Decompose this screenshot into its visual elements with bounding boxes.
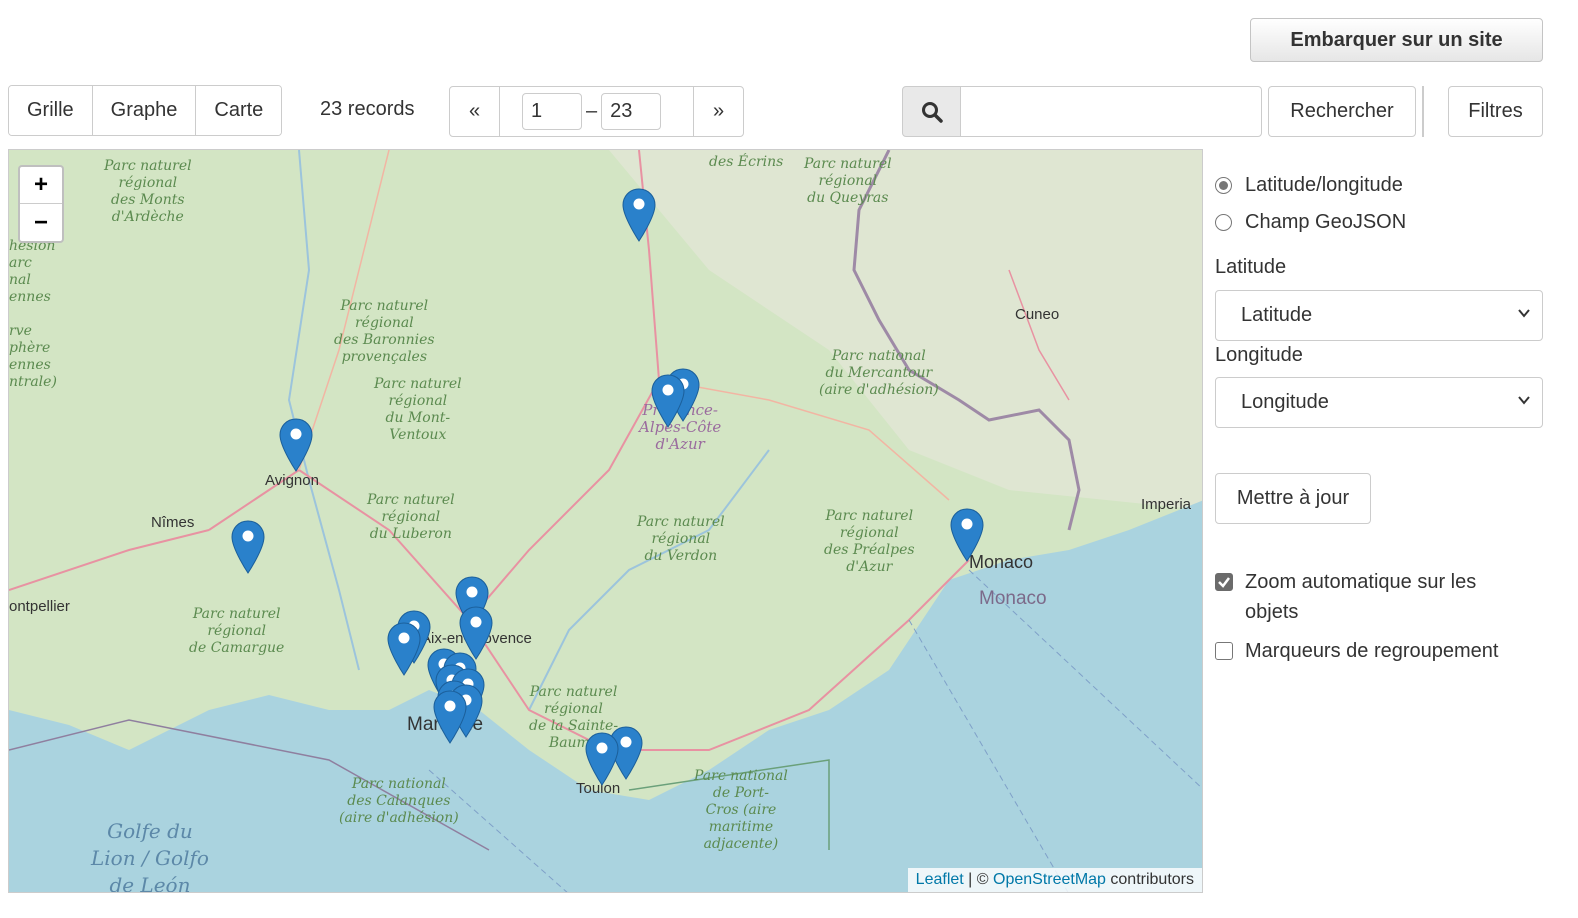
pager-from-input[interactable] [522, 93, 582, 130]
chevron-down-icon [1518, 396, 1530, 405]
label-queyras: Parc naturel régional du Queyras [804, 156, 892, 206]
label-prealpes: Parc naturel régional des Préalpes d'Azur [824, 508, 915, 575]
leaflet-link[interactable]: Leaflet [916, 871, 964, 888]
map-marker[interactable] [387, 622, 421, 676]
attribution-separator: | © [963, 871, 993, 888]
radio-latlng-label: Latitude/longitude [1245, 174, 1403, 196]
view-switcher: Grille Graphe Carte [8, 85, 283, 136]
label-verdon: Parc naturel régional du Verdon [637, 514, 725, 564]
map-marker[interactable] [950, 508, 984, 562]
label-ecrins: des Écrins [709, 154, 784, 170]
cluster-label: Marqueurs de regroupement [1245, 640, 1499, 662]
view-map-button[interactable]: Carte [196, 86, 282, 135]
longitude-label: Longitude [1215, 344, 1303, 366]
label-ardeche: Parc naturel régional des Monts d'Ardèche [104, 158, 192, 225]
pager-next-button[interactable]: » [693, 87, 743, 136]
city-imperia: Imperia [1141, 496, 1192, 513]
view-graph-button[interactable]: Graphe [92, 86, 197, 135]
search-icon [921, 101, 943, 123]
chevron-down-icon [1518, 309, 1530, 318]
update-button[interactable]: Mettre à jour [1215, 473, 1371, 524]
label-luberon: Parc naturel régional du Luberon [367, 492, 455, 542]
label-calanques: Parc national des Calanques (aire d'adhési… [339, 776, 459, 826]
map-marker[interactable] [433, 690, 467, 744]
radio-geojson[interactable] [1215, 214, 1232, 231]
longitude-select[interactable]: Longitude [1215, 377, 1543, 428]
check-icon [1218, 577, 1230, 588]
records-count: 23 records [320, 98, 415, 120]
longitude-select-value: Longitude [1241, 391, 1329, 413]
radio-latlng[interactable] [1215, 177, 1232, 194]
city-avignon: Avignon [265, 472, 319, 489]
map-marker[interactable] [622, 188, 656, 242]
search-button[interactable]: Rechercher [1268, 86, 1416, 137]
attribution-suffix: contributors [1105, 871, 1194, 888]
map-view[interactable]: Parc naturel régional des Monts d'Ardèche d… [8, 149, 1203, 893]
pager-to-input[interactable] [601, 93, 662, 130]
view-grid-button[interactable]: Grille [9, 86, 93, 135]
radio-geojson-label: Champ GeoJSON [1245, 211, 1407, 233]
osm-link[interactable]: OpenStreetMap [993, 871, 1106, 888]
embed-button[interactable]: Embarquer sur un site [1250, 18, 1543, 62]
latitude-select[interactable]: Latitude [1215, 290, 1543, 341]
search-icon-addon [902, 86, 961, 137]
cluster-option[interactable]: Marqueurs de regroupement [1215, 636, 1498, 666]
radio-geojson-option[interactable]: Champ GeoJSON [1215, 211, 1406, 234]
label-camargue: Parc naturel régional de Camargue [189, 606, 285, 656]
map-attribution: Leaflet | © OpenStreetMap contributors [907, 868, 1202, 892]
auto-zoom-label: Zoom automatique sur les objets [1245, 571, 1477, 623]
auto-zoom-option[interactable]: Zoom automatique sur les objets [1215, 567, 1525, 627]
auto-zoom-checkbox[interactable] [1215, 573, 1233, 591]
pager-dash: – [586, 100, 598, 122]
pager-range: – [500, 87, 662, 136]
toolbar-divider [1422, 86, 1424, 137]
zoom-in-button[interactable]: + [20, 167, 62, 204]
pager: « – » [449, 86, 744, 137]
city-cuneo: Cuneo [1015, 306, 1060, 323]
label-baronnies: Parc naturel régional des Baronnies provenç… [334, 298, 435, 365]
search-input[interactable] [960, 86, 1262, 137]
label-portcros: Parc national de Port- Cros (aire maritime a… [694, 768, 788, 852]
pager-prev-button[interactable]: « [450, 87, 500, 136]
city-montpellier: ontpellier [9, 598, 70, 615]
map-marker[interactable] [585, 732, 619, 786]
filters-button[interactable]: Filtres [1448, 86, 1543, 137]
latitude-label: Latitude [1215, 256, 1287, 278]
zoom-out-button[interactable]: − [20, 204, 62, 241]
latitude-select-value: Latitude [1241, 304, 1313, 326]
map-marker[interactable] [651, 374, 685, 428]
sea-label: Golfe du Lion / Golfo de León [91, 819, 209, 893]
label-cevennes: hésion arc nal ennes rve phère ennes ntrale) [9, 238, 57, 390]
label-mercantour: Parc national du Mercantour (aire d'adhési… [819, 348, 939, 398]
map-marker[interactable] [231, 520, 265, 574]
label-ventoux: Parc naturel régional du Mont- Ventoux [374, 376, 462, 443]
radio-latlng-option[interactable]: Latitude/longitude [1215, 174, 1403, 197]
cluster-checkbox[interactable] [1215, 642, 1233, 660]
city-nimes: Nîmes [151, 514, 195, 531]
country-monaco: Monaco [979, 588, 1047, 609]
map-marker[interactable] [279, 418, 313, 472]
map-zoom-control: + − [18, 165, 64, 243]
